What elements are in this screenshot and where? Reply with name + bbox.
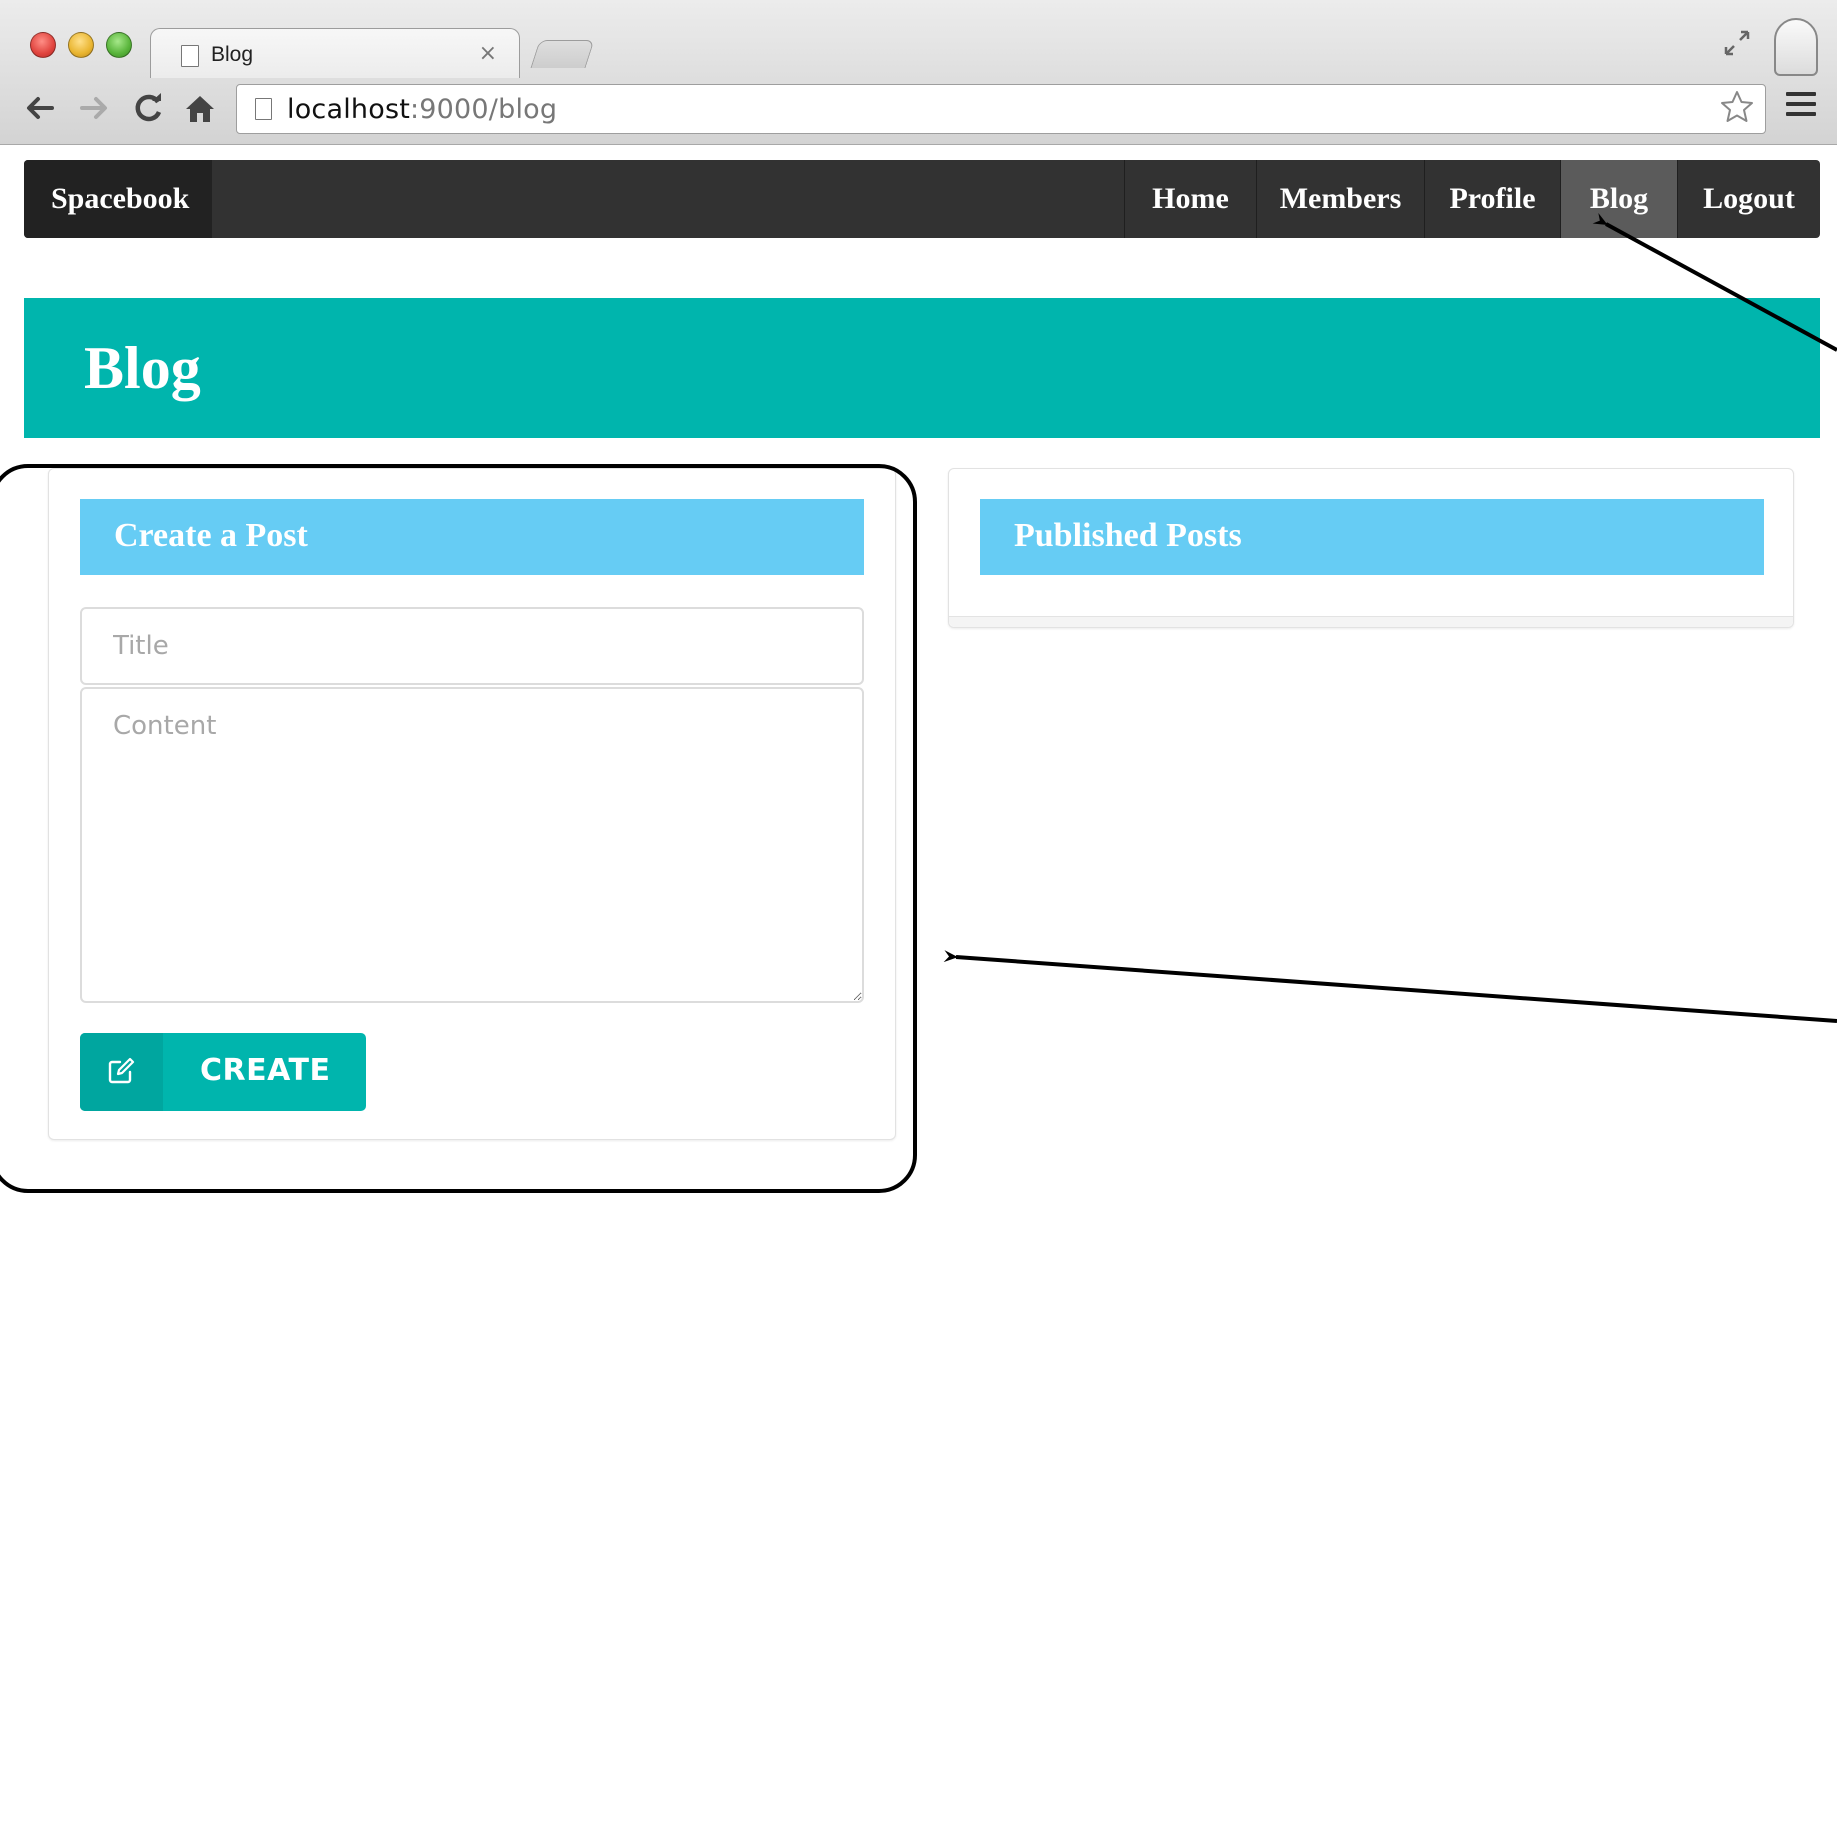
create-post-heading: Create a Post xyxy=(114,517,308,554)
content-textarea[interactable] xyxy=(80,687,864,1003)
title-input[interactable] xyxy=(80,607,864,685)
create-button-label: CREATE xyxy=(200,1053,331,1088)
url-text[interactable]: localhost:9000/blog xyxy=(287,94,557,125)
profile-icon[interactable] xyxy=(1774,18,1818,76)
fullscreen-icon[interactable] xyxy=(1722,28,1752,58)
nav-item-blog[interactable]: Blog xyxy=(1560,160,1677,238)
close-icon[interactable]: × xyxy=(479,41,497,66)
reload-icon[interactable] xyxy=(130,90,166,126)
nav-item-logout[interactable]: Logout xyxy=(1677,160,1820,238)
nav-menu: Home Members Profile Blog Logout xyxy=(1124,160,1820,238)
tab-title: Blog xyxy=(211,43,254,66)
published-posts-heading: Published Posts xyxy=(1014,517,1242,554)
menu-icon[interactable] xyxy=(1786,92,1816,122)
star-icon[interactable] xyxy=(1719,89,1755,134)
address-bar[interactable]: localhost:9000/blog xyxy=(236,84,1766,134)
create-post-header: Create a Post xyxy=(80,499,864,575)
browser-chrome: Blog × localhost:9000/blog xyxy=(0,0,1837,145)
published-posts-header: Published Posts xyxy=(980,499,1764,575)
nav-item-profile[interactable]: Profile xyxy=(1424,160,1560,238)
create-button[interactable]: CREATE xyxy=(80,1033,366,1111)
callout-arrow-form xyxy=(943,950,1837,1023)
url-host: localhost xyxy=(287,94,410,125)
published-posts-card: Published Posts xyxy=(948,468,1794,628)
page-header: Blog xyxy=(24,298,1820,438)
window-zoom-button[interactable] xyxy=(106,32,132,58)
window-minimize-button[interactable] xyxy=(68,32,94,58)
nav-item-members[interactable]: Members xyxy=(1256,160,1424,238)
browser-tab[interactable]: Blog × xyxy=(150,28,520,78)
window-close-button[interactable] xyxy=(30,32,56,58)
nav-item-home[interactable]: Home xyxy=(1124,160,1256,238)
edit-icon xyxy=(80,1033,163,1111)
page-icon xyxy=(255,98,272,120)
url-path: :9000/blog xyxy=(410,94,558,125)
back-arrow-icon[interactable] xyxy=(22,90,58,126)
site-navbar: Spacebook Home Members Profile Blog Logo… xyxy=(24,160,1820,238)
brand-link[interactable]: Spacebook xyxy=(24,160,212,238)
page-icon xyxy=(181,45,199,67)
create-post-card: Create a Post CREATE xyxy=(48,468,896,1140)
page-title: Blog xyxy=(84,335,201,401)
forward-arrow-icon[interactable] xyxy=(76,90,112,126)
home-icon[interactable] xyxy=(182,90,218,126)
new-tab-button[interactable] xyxy=(530,40,595,68)
